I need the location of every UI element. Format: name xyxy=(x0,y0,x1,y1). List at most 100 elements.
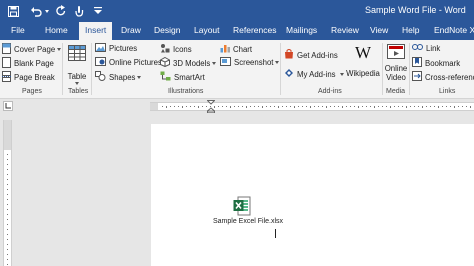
text-cursor xyxy=(275,229,276,238)
group-divider xyxy=(280,43,281,95)
table-label: Table xyxy=(67,72,87,81)
screenshot-icon xyxy=(220,57,231,68)
bookmark-button[interactable]: Bookmark xyxy=(412,57,460,69)
link-label: Link xyxy=(426,43,441,53)
online-pictures-icon xyxy=(95,57,106,68)
smartart-icon xyxy=(160,71,171,83)
tab-home[interactable]: Home xyxy=(45,25,68,35)
group-divider xyxy=(409,43,410,95)
tab-draw[interactable]: Draw xyxy=(121,25,141,35)
group-divider xyxy=(382,43,383,95)
get-addins-button[interactable]: Get Add-ins xyxy=(284,49,338,61)
smartart-label: SmartArt xyxy=(174,72,205,82)
link-icon xyxy=(412,43,423,53)
tab-references[interactable]: References xyxy=(233,25,276,35)
chart-icon xyxy=(220,43,230,55)
tab-mailings[interactable]: Mailings xyxy=(286,25,317,35)
pictures-button[interactable]: Pictures xyxy=(95,43,137,54)
cover-page-label: Cover Page xyxy=(14,45,56,54)
page-break-icon xyxy=(2,71,11,84)
cross-reference-button[interactable]: Cross-reference xyxy=(412,71,474,83)
undo-icon[interactable] xyxy=(29,3,43,19)
addins-group-label: Add-ins xyxy=(318,88,342,95)
document-page[interactable] xyxy=(151,124,474,266)
3d-models-button[interactable]: 3D Models xyxy=(160,56,217,69)
my-addins-label: My Add-ins xyxy=(297,69,336,79)
word-window: Sample Word File - Word File Home Insert… xyxy=(0,0,474,266)
redo-icon[interactable] xyxy=(54,3,68,19)
undo-dropdown-icon[interactable] xyxy=(43,3,51,19)
media-group-label: Media xyxy=(386,88,406,95)
icons-button[interactable]: Icons xyxy=(160,43,192,55)
shapes-label: Shapes xyxy=(109,72,136,82)
cover-page-button[interactable]: Cover Page xyxy=(2,43,62,56)
icons-label: Icons xyxy=(173,44,192,54)
table-button[interactable]: Table xyxy=(66,45,88,85)
save-icon[interactable] xyxy=(6,3,20,19)
page-break-label: Page Break xyxy=(14,73,55,82)
addins-icon xyxy=(284,68,294,80)
bookmark-label: Bookmark xyxy=(425,58,461,68)
blank-page-icon xyxy=(2,57,11,70)
tab-endnote[interactable]: EndNote X9 xyxy=(434,25,474,35)
bookmark-icon xyxy=(412,57,422,69)
wikipedia-icon: W xyxy=(354,43,372,62)
3d-models-label: 3D Models xyxy=(173,58,211,68)
horizontal-ruler[interactable] xyxy=(150,102,474,111)
tab-selector[interactable] xyxy=(3,101,13,111)
pictures-label: Pictures xyxy=(109,44,138,53)
online-video-label-line1: Online xyxy=(384,64,408,73)
vertical-ruler[interactable] xyxy=(3,120,12,266)
tab-insert[interactable]: Insert xyxy=(79,22,113,41)
online-video-label-line2: Video xyxy=(386,73,406,82)
customize-icon[interactable] xyxy=(93,3,103,19)
wikipedia-label: Wikipedia xyxy=(346,69,380,78)
ribbon: Cover Page Blank Page Page Break Pages T… xyxy=(0,40,474,99)
tab-file[interactable]: File xyxy=(11,25,25,35)
tab-review[interactable]: Review xyxy=(331,25,359,35)
icons-icon xyxy=(160,43,170,55)
online-pictures-label: Online Pictures xyxy=(109,58,162,67)
cover-page-icon xyxy=(2,43,11,56)
title-bar: Sample Word File - Word xyxy=(0,0,474,22)
page-break-button[interactable]: Page Break xyxy=(2,71,55,84)
smartart-button[interactable]: SmartArt xyxy=(160,71,205,83)
pages-group-label: Pages xyxy=(22,88,42,95)
touch-mode-icon[interactable] xyxy=(73,3,85,19)
cross-reference-icon xyxy=(412,71,422,83)
ruler-ticks xyxy=(162,106,471,108)
vertical-ruler-ticks xyxy=(7,154,8,265)
shapes-button[interactable]: Shapes xyxy=(95,71,142,83)
links-group-label: Links xyxy=(439,88,456,95)
indent-marker[interactable] xyxy=(206,100,216,115)
store-icon xyxy=(284,49,294,61)
screenshot-button[interactable]: Screenshot xyxy=(220,57,280,68)
embedded-file-name[interactable]: Sample Excel File.xlsx xyxy=(213,218,283,225)
shapes-icon xyxy=(95,71,106,83)
blank-page-label: Blank Page xyxy=(14,59,54,68)
ruler-area xyxy=(0,99,474,115)
chart-label: Chart xyxy=(233,44,253,54)
group-divider xyxy=(91,43,92,95)
tab-layout[interactable]: Layout xyxy=(194,25,220,35)
wikipedia-button[interactable]: W Wikipedia xyxy=(345,43,381,78)
link-button[interactable]: Link xyxy=(412,43,440,53)
chart-button[interactable]: Chart xyxy=(220,43,252,55)
window-title: Sample Word File - Word xyxy=(365,5,466,15)
table-icon xyxy=(68,45,86,63)
tab-design[interactable]: Design xyxy=(154,25,180,35)
tab-view[interactable]: View xyxy=(370,25,388,35)
group-divider xyxy=(62,43,63,95)
ribbon-tabs: File Home Insert Draw Design Layout Refe… xyxy=(0,22,474,41)
online-pictures-button[interactable]: Online Pictures xyxy=(95,57,162,68)
blank-page-button[interactable]: Blank Page xyxy=(2,57,54,70)
online-video-icon xyxy=(387,44,405,61)
get-addins-label: Get Add-ins xyxy=(297,50,338,60)
excel-file-icon[interactable] xyxy=(233,196,251,218)
tab-help[interactable]: Help xyxy=(402,25,419,35)
pictures-icon xyxy=(95,43,106,54)
online-video-button[interactable]: Online Video xyxy=(384,44,408,82)
cross-reference-label: Cross-reference xyxy=(425,72,474,82)
my-addins-button[interactable]: My Add-ins xyxy=(284,68,344,80)
illustrations-group-label: Illustrations xyxy=(168,88,204,95)
